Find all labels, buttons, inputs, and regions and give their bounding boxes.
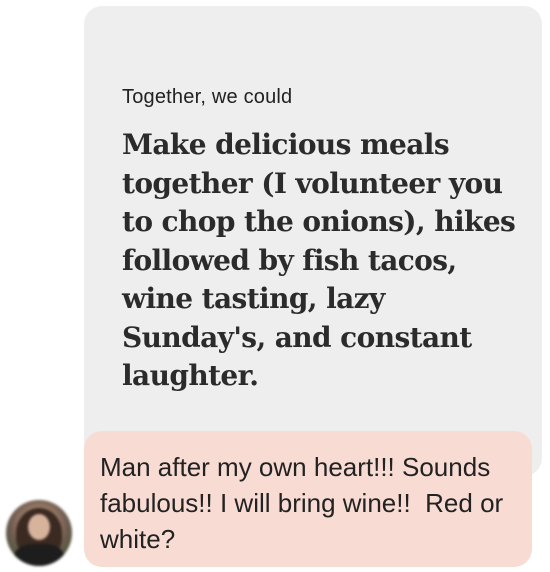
avatar-body: [14, 544, 64, 566]
prompt-card[interactable]: Together, we could Make delicious meals …: [84, 6, 542, 476]
avatar[interactable]: [6, 500, 72, 566]
avatar-face: [28, 514, 50, 540]
reply-message-text: Man after my own heart!!! Sounds fabulou…: [100, 452, 511, 554]
prompt-answer: Make delicious meals together (I volunte…: [122, 128, 516, 392]
reply-message-bubble[interactable]: Man after my own heart!!! Sounds fabulou…: [84, 431, 532, 567]
prompt-label: Together, we could: [122, 86, 293, 108]
